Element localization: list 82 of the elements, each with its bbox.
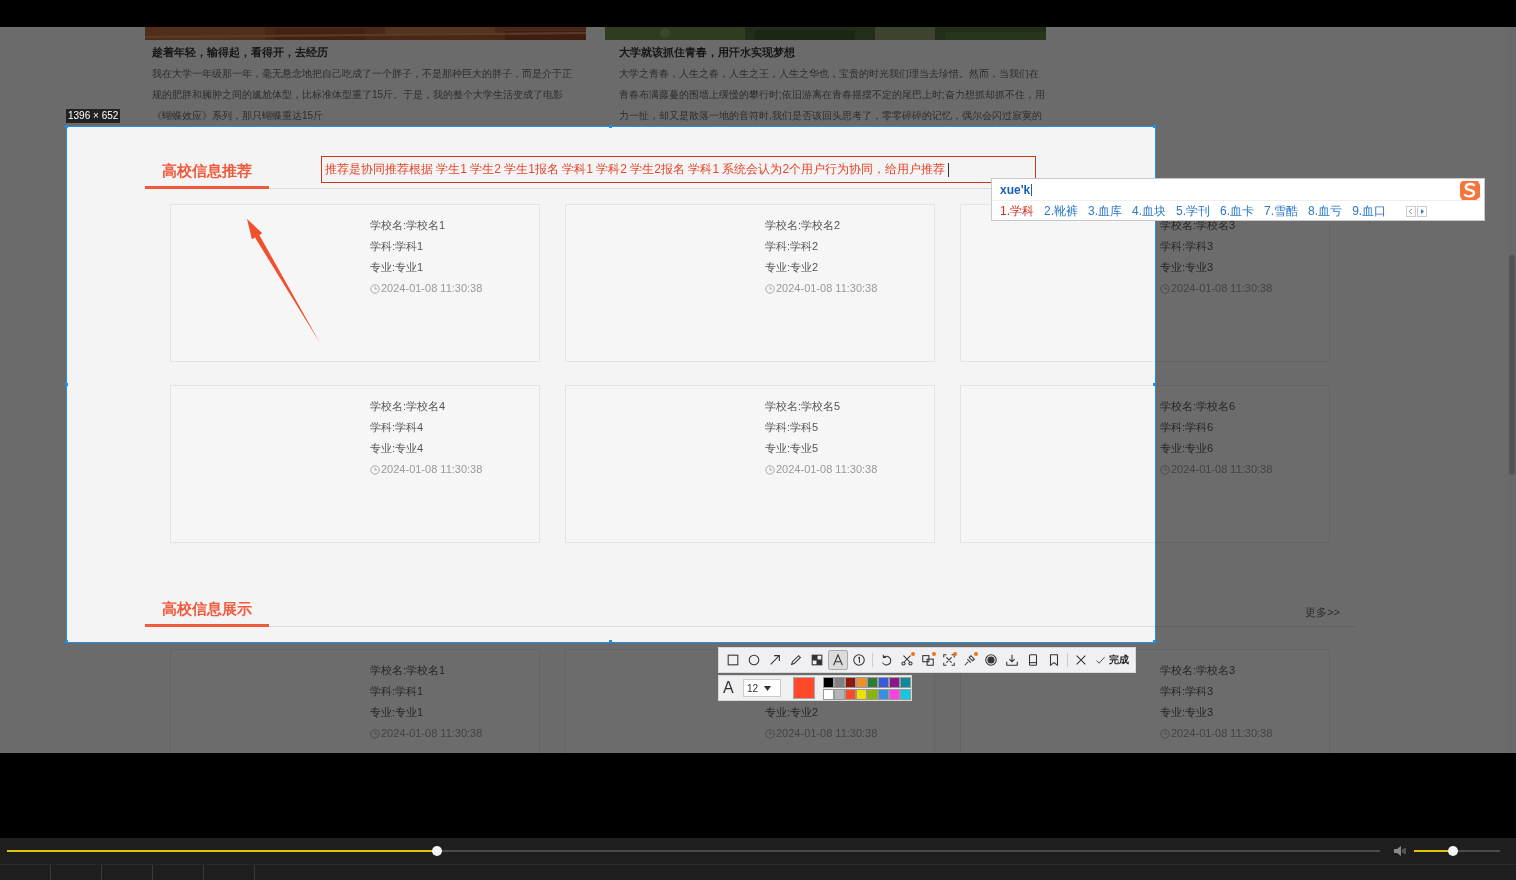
school-name: 学校名:学校名4 bbox=[370, 399, 447, 414]
check-icon bbox=[1095, 654, 1106, 666]
color-swatch[interactable] bbox=[856, 676, 867, 688]
section-title: 高校信息展示 bbox=[145, 599, 269, 627]
color-swatch[interactable] bbox=[856, 688, 867, 700]
pinyin-text: xue'k bbox=[1000, 183, 1031, 197]
ime-candidate[interactable]: 2.靴裤 bbox=[1044, 203, 1079, 220]
color-swatch[interactable] bbox=[867, 676, 878, 688]
major-text: 专业:专业2 bbox=[765, 705, 820, 720]
clock-icon bbox=[370, 283, 380, 294]
ime-candidate[interactable]: 3.血库 bbox=[1088, 203, 1123, 220]
date-time: 2024-01-08 11:30:38 bbox=[381, 281, 483, 296]
clock-icon bbox=[765, 728, 775, 739]
font-icon: A bbox=[723, 679, 739, 697]
major-text: 专业:专业5 bbox=[765, 441, 820, 456]
text-caret bbox=[948, 162, 950, 177]
major-text: 专业:专业2 bbox=[765, 260, 820, 275]
color-swatch[interactable] bbox=[834, 688, 845, 700]
color-swatch[interactable] bbox=[900, 676, 911, 688]
color-swatch[interactable] bbox=[867, 688, 878, 700]
clock-icon bbox=[1160, 728, 1170, 739]
clock-icon bbox=[370, 728, 380, 739]
school-name: 学校名:学校名1 bbox=[370, 663, 447, 678]
subject-text: 学科:学科2 bbox=[765, 239, 820, 254]
date-time: 2024-01-08 11:30:38 bbox=[381, 462, 483, 477]
next-page-icon[interactable] bbox=[1417, 206, 1428, 217]
ime-candidate[interactable]: 9.血口 bbox=[1352, 203, 1387, 220]
date-time: 2024-01-08 11:30:38 bbox=[776, 281, 878, 296]
article-title[interactable]: 大学就该抓住青春，用汗水实现梦想 bbox=[619, 44, 1055, 60]
clock-icon bbox=[1160, 283, 1170, 294]
school-name: 学校名:学校名1 bbox=[370, 218, 447, 233]
clock-icon bbox=[765, 464, 775, 475]
color-swatch[interactable] bbox=[845, 688, 856, 700]
annotation-text-box[interactable]: 推荐是协同推荐根据 学生1 学生2 学生1报名 学科1 学科2 学生2报名 学科1 系统会认为2个用户行为协同，给用户推荐 bbox=[321, 156, 1036, 183]
major-text: 专业:专业1 bbox=[370, 260, 425, 275]
article-title[interactable]: 趁着年轻，输得起，看得开，去经历 bbox=[152, 44, 588, 60]
section-title: 高校信息推荐 bbox=[145, 161, 269, 189]
volume-icon[interactable] bbox=[1393, 845, 1407, 857]
subject-text: 学科:学科6 bbox=[1160, 420, 1215, 435]
color-swatch[interactable] bbox=[823, 688, 834, 700]
major-text: 专业:专业4 bbox=[370, 441, 425, 456]
clock-icon bbox=[370, 464, 380, 475]
text-icon[interactable] bbox=[828, 650, 848, 670]
more-link[interactable]: 更多>> bbox=[1305, 605, 1355, 626]
caret-icon bbox=[764, 685, 772, 691]
ime-logo-icon[interactable] bbox=[1458, 179, 1482, 201]
subject-text: 学科:学科1 bbox=[370, 239, 425, 254]
color-swatch[interactable] bbox=[889, 688, 900, 700]
color-swatch[interactable] bbox=[878, 688, 889, 700]
current-color-swatch[interactable] bbox=[793, 677, 815, 699]
date-time: 2024-01-08 11:30:38 bbox=[776, 462, 878, 477]
school-name: 学校名:学校名5 bbox=[765, 399, 842, 414]
color-swatch[interactable] bbox=[845, 676, 856, 688]
ime-candidate[interactable]: 7.雪酷 bbox=[1264, 203, 1299, 220]
arrow-annotation[interactable] bbox=[247, 219, 320, 343]
subject-text: 学科:学科1 bbox=[370, 684, 425, 699]
subject-text: 学科:学科3 bbox=[1160, 684, 1215, 699]
ime-candidate[interactable]: 8.血亏 bbox=[1308, 203, 1343, 220]
size-label: 1396 × 652 bbox=[66, 109, 121, 123]
school-name: 学校名:学校名2 bbox=[765, 218, 842, 233]
major-text: 专业:专业6 bbox=[1160, 441, 1215, 456]
major-text: 专业:专业3 bbox=[1160, 260, 1215, 275]
color-swatch[interactable] bbox=[900, 688, 911, 700]
done-button[interactable]: 完成 bbox=[1092, 650, 1132, 670]
major-text: 专业:专业1 bbox=[370, 705, 425, 720]
ime-candidate[interactable]: 6.血卡 bbox=[1220, 203, 1255, 220]
school-name: 学校名:学校名6 bbox=[1160, 399, 1237, 414]
ime-candidate[interactable]: 4.血块 bbox=[1132, 203, 1167, 220]
clock-icon bbox=[1160, 464, 1170, 475]
subject-text: 学科:学科4 bbox=[370, 420, 425, 435]
school-name: 学校名:学校名3 bbox=[1160, 663, 1237, 678]
subject-text: 学科:学科5 bbox=[765, 420, 820, 435]
ime-candidate[interactable]: 1.学科 bbox=[1000, 203, 1034, 220]
font-size-dropdown[interactable]: 12 bbox=[743, 679, 781, 697]
subject-text: 学科:学科3 bbox=[1160, 239, 1215, 254]
color-swatch[interactable] bbox=[834, 676, 845, 688]
clock-icon bbox=[765, 283, 775, 294]
color-swatch[interactable] bbox=[823, 676, 834, 688]
color-swatch[interactable] bbox=[889, 676, 900, 688]
ime-candidate[interactable]: 5.学刊 bbox=[1176, 203, 1211, 220]
color-swatch[interactable] bbox=[878, 676, 889, 688]
major-text: 专业:专业3 bbox=[1160, 705, 1215, 720]
